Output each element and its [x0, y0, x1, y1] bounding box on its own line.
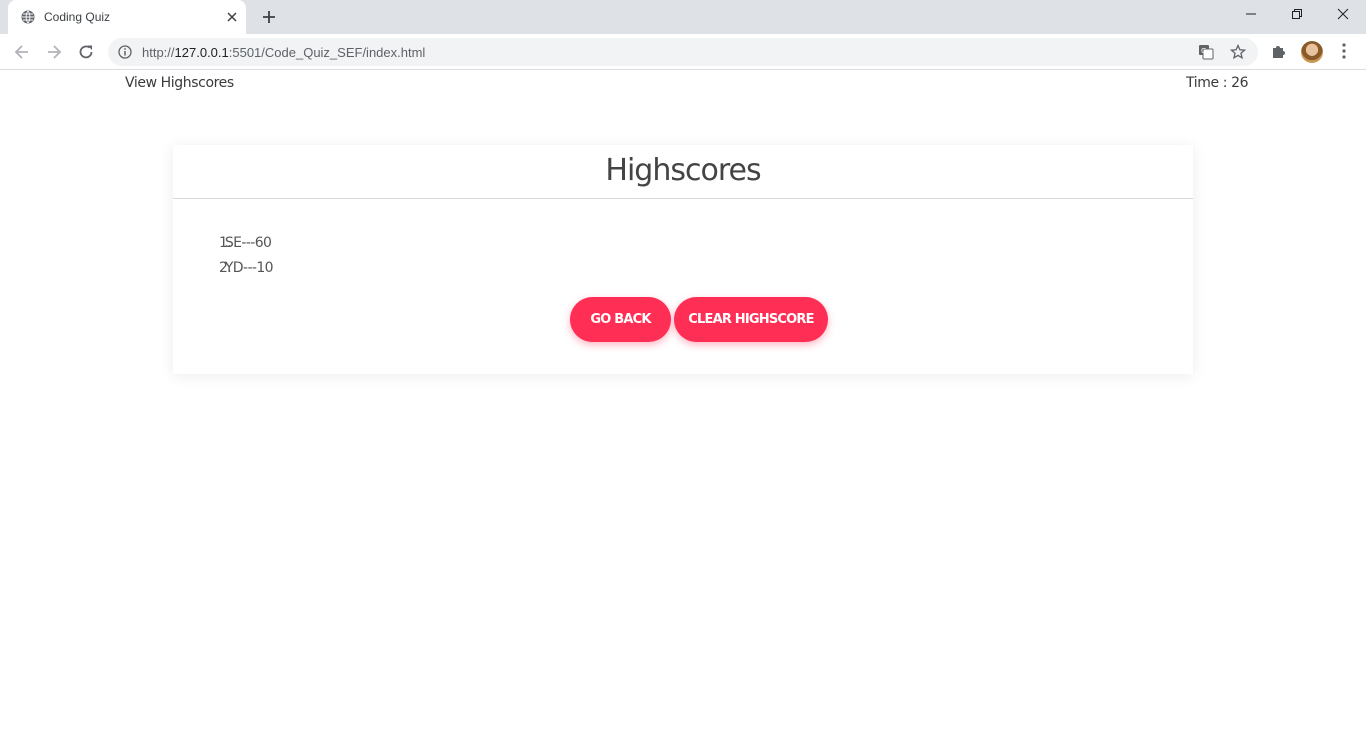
- globe-icon: [21, 10, 35, 24]
- browser-tab[interactable]: Coding Quiz: [8, 0, 246, 34]
- star-icon[interactable]: [1230, 44, 1246, 60]
- kebab-menu-icon[interactable]: [1336, 42, 1352, 60]
- card-header: Highscores: [173, 145, 1193, 199]
- view-highscores-link[interactable]: View Highscores: [125, 75, 234, 91]
- svg-text:G: G: [1201, 47, 1206, 55]
- timer-label: Time: [1186, 75, 1219, 91]
- timer-value: 26: [1231, 75, 1249, 91]
- page-title: Highscores: [605, 153, 761, 188]
- info-icon[interactable]: [118, 45, 132, 59]
- close-icon[interactable]: [224, 9, 240, 25]
- puzzle-icon[interactable]: [1270, 42, 1288, 60]
- reload-icon[interactable]: [76, 42, 96, 62]
- address-bar[interactable]: http://127.0.0.1:5501/Code_Quiz_SEF/inde…: [108, 38, 1258, 66]
- plus-icon[interactable]: [260, 8, 278, 26]
- translate-icon[interactable]: G: [1198, 44, 1214, 60]
- score-entry: YD---10: [224, 260, 274, 276]
- list-item: 1. SE---60: [219, 235, 272, 251]
- avatar[interactable]: [1301, 41, 1323, 63]
- url-text: http://127.0.0.1:5501/Code_Quiz_SEF/inde…: [142, 45, 426, 60]
- browser-tabstrip: Coding Quiz: [0, 0, 1366, 34]
- page-content: View Highscores Time : 26 Highscores 1. …: [0, 71, 1366, 736]
- highscores-card: Highscores 1. SE---60 2. YD---10 Go Back…: [173, 145, 1193, 374]
- forward-arrow-icon[interactable]: [44, 42, 64, 62]
- minimize-icon: [1246, 13, 1256, 15]
- timer: Time : 26: [1186, 75, 1249, 91]
- window-close-button[interactable]: [1320, 0, 1366, 30]
- score-entry: SE---60: [224, 235, 272, 251]
- list-item: 2. YD---10: [219, 260, 274, 276]
- minimize-button[interactable]: [1228, 0, 1274, 30]
- restore-icon: [1292, 9, 1302, 19]
- go-back-button[interactable]: Go Back: [570, 297, 671, 342]
- highscore-list: 1. SE---60 2. YD---10: [219, 233, 274, 283]
- browser-toolbar: http://127.0.0.1:5501/Code_Quiz_SEF/inde…: [0, 34, 1366, 70]
- window-close-icon: [1337, 8, 1349, 20]
- clear-highscore-button[interactable]: Clear Highscore: [674, 297, 828, 342]
- restore-button[interactable]: [1274, 0, 1320, 30]
- tab-title: Coding Quiz: [44, 10, 111, 24]
- back-arrow-icon[interactable]: [12, 42, 32, 62]
